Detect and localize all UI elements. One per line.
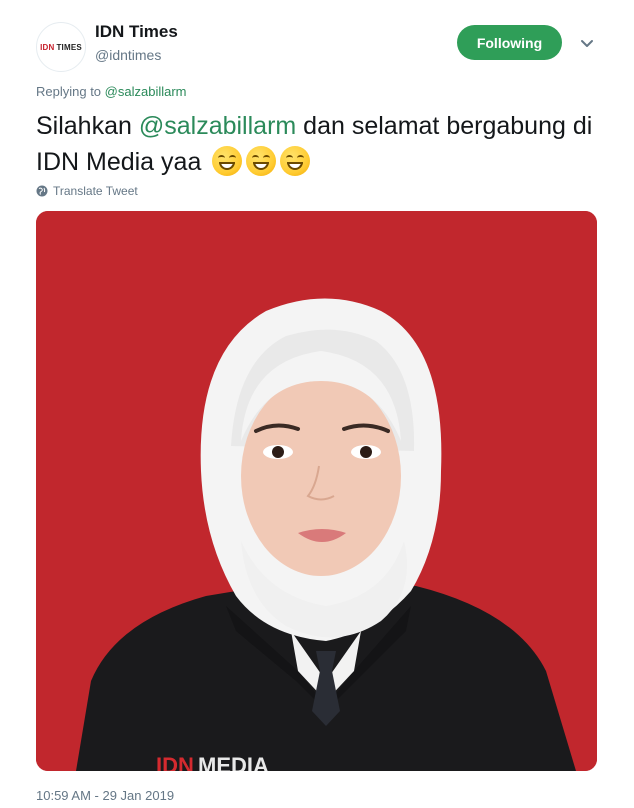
avatar-logo-dark: TIMES [56,42,82,52]
globe-icon [36,185,48,197]
tweet-text: Silahkan @salzabillarm dan selamat berga… [36,108,596,180]
translate-label: Translate Tweet [53,184,138,198]
tweet-header: IDN TIMES IDN Times @idntimes Following [0,0,634,80]
tweet-text-before: Silahkan [36,112,139,140]
replying-to-label: Replying to [36,84,102,99]
user-handle[interactable]: @idntimes [95,47,161,63]
tweet-mention[interactable]: @salzabillarm [139,112,296,140]
shirt-logo-red: IDN [156,753,194,771]
shirt-logo-white: MEDIA [198,753,269,771]
replying-to-mention[interactable]: @salzabillarm [105,84,187,99]
portrait-image: IDN MEDIA [36,211,597,771]
avatar-logo-red: IDN [40,42,55,52]
tweet-photo[interactable]: IDN MEDIA [36,211,597,771]
display-name[interactable]: IDN Times [95,22,178,42]
grinning-squinting-face-icon [280,146,311,176]
grinning-squinting-face-icon [212,146,243,176]
grinning-squinting-face-icon [246,146,277,176]
timestamp[interactable]: 10:59 AM - 29 Jan 2019 [36,788,174,803]
following-button[interactable]: Following [457,25,562,60]
translate-tweet[interactable]: Translate Tweet [36,184,138,198]
replying-to: Replying to @salzabillarm [36,84,187,99]
chevron-down-icon[interactable] [578,34,596,52]
avatar[interactable]: IDN TIMES [36,22,86,72]
